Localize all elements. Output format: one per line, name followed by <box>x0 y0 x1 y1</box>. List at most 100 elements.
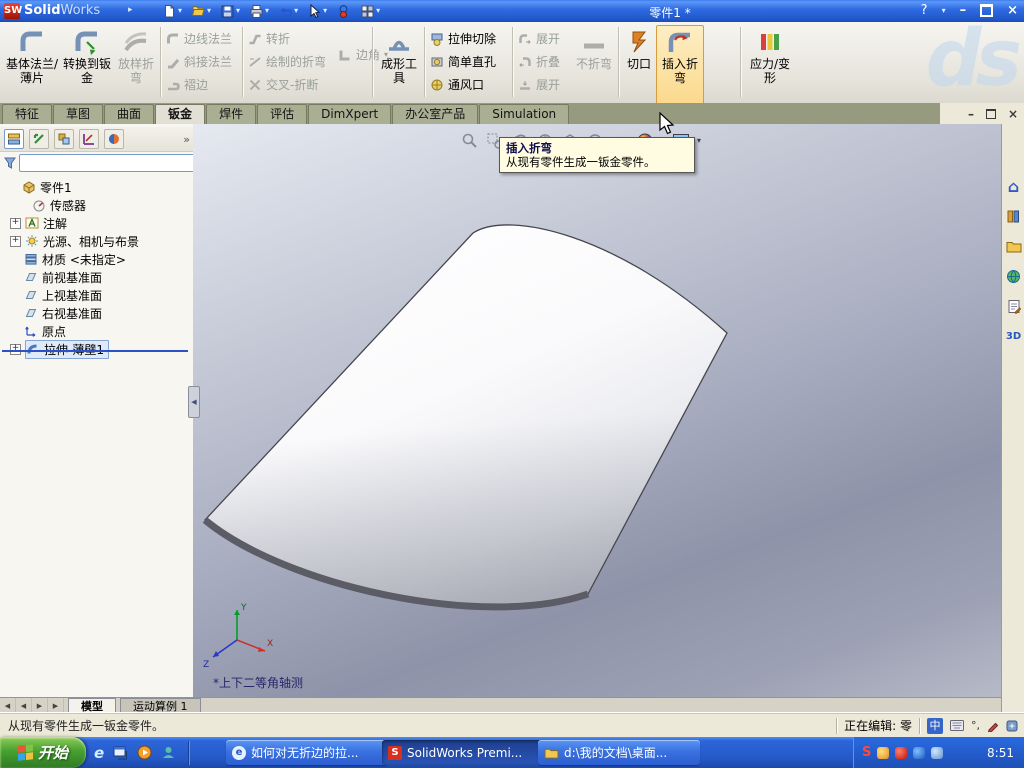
dropdown-icon[interactable]: ▾ <box>323 7 327 15</box>
dropdown-icon[interactable]: ▾ <box>265 7 269 15</box>
rollback-bar[interactable] <box>2 350 188 352</box>
motion-study-tab[interactable]: 运动算例 1 <box>120 698 201 713</box>
taskbar-window-solidworks[interactable]: S SolidWorks Premi... <box>382 740 544 765</box>
selection-filter-button[interactable] <box>336 4 351 19</box>
tab-features[interactable]: 特征 <box>2 104 53 124</box>
taskbar-window-browser[interactable]: e 如何对无折边的拉... <box>226 740 388 765</box>
expand-icon[interactable]: + <box>10 235 21 247</box>
prev-tab-button[interactable]: ◀ <box>16 698 32 713</box>
tree-filter-input[interactable] <box>19 154 196 172</box>
vent-button[interactable]: 通风口 <box>428 74 510 95</box>
menu-expand-icon[interactable]: ▸ <box>128 5 133 15</box>
tab-surfaces[interactable]: 曲面 <box>104 104 155 124</box>
last-tab-button[interactable]: ▶ <box>48 698 64 713</box>
document-window-controls: – × <box>940 103 1024 124</box>
show-desktop-icon[interactable] <box>113 746 128 760</box>
ime-pen-icon[interactable] <box>987 720 999 732</box>
tree-item[interactable]: 前视基准面 <box>0 268 192 286</box>
tab-dimxpert[interactable]: DimXpert <box>308 104 392 124</box>
model-canvas[interactable]: Y X Z <box>193 124 1001 697</box>
file-explorer-icon[interactable] <box>1005 238 1022 255</box>
media-player-icon[interactable] <box>137 745 152 760</box>
tree-item[interactable]: 材质 <未指定> <box>0 250 192 268</box>
messenger-tray-icon[interactable] <box>877 746 890 759</box>
custom-properties-icon[interactable] <box>1005 298 1022 315</box>
solidworks-tray-icon[interactable]: S <box>862 745 871 760</box>
tab-weldments[interactable]: 焊件 <box>206 104 257 124</box>
tree-item[interactable]: 上视基准面 <box>0 286 192 304</box>
new-document-button[interactable]: ▾ <box>162 4 182 19</box>
panel-collapse-handle[interactable]: ◀ <box>188 386 200 418</box>
security-alert-icon[interactable] <box>895 746 908 759</box>
ime-settings-icon[interactable] <box>1006 720 1018 732</box>
app-name-light: Works <box>60 3 101 18</box>
dropdown-icon[interactable]: ▾ <box>697 137 701 145</box>
extruded-cut-button[interactable]: 拉伸切除 <box>428 28 510 49</box>
expand-icon[interactable]: + <box>10 217 21 229</box>
select-tool-button[interactable]: ▾ <box>307 3 327 19</box>
expand-icon[interactable]: + <box>10 343 21 355</box>
tree-item-selected[interactable]: + 拉伸-薄壁1 <box>0 339 192 359</box>
tree-item[interactable]: + 注解 <box>0 214 192 232</box>
tab-office-products[interactable]: 办公室产品 <box>392 104 479 124</box>
dropdown-icon[interactable]: ▾ <box>236 7 240 15</box>
featuremanager-tab[interactable] <box>4 129 24 149</box>
solidworks-resources-icon[interactable] <box>1005 268 1022 285</box>
tab-sheet-metal[interactable]: 钣金 <box>155 104 206 124</box>
clock[interactable]: 8:51 <box>987 746 1024 760</box>
save-button[interactable]: ▾ <box>220 4 240 19</box>
convert-to-sheet-metal-button[interactable]: 转换到钣金 <box>62 25 112 104</box>
model-tab[interactable]: 模型 <box>68 698 116 713</box>
3d-content-icon[interactable]: 3D <box>1005 328 1022 345</box>
base-flange-button[interactable]: 基体法兰/薄片 <box>4 25 60 104</box>
zoom-fit-icon[interactable] <box>461 132 479 150</box>
dropdown-icon[interactable]: ▾ <box>376 7 380 15</box>
dimxpertmanager-tab[interactable] <box>79 129 99 149</box>
network-tray-icon[interactable] <box>913 746 926 759</box>
feature-manager-panel: » 零件1 传感器 + 注解 + 光源、相机与布景 材质 <未指定> 前视基准面… <box>0 124 196 697</box>
forming-tool-button[interactable]: 成形工具 <box>376 25 422 104</box>
messenger-icon[interactable] <box>161 745 176 760</box>
tab-sketch[interactable]: 草图 <box>53 104 104 124</box>
ime-punctuation[interactable]: °, <box>971 719 980 732</box>
tree-item[interactable]: 右视基准面 <box>0 304 192 322</box>
doc-minimize-button[interactable]: – <box>968 107 974 121</box>
configurationmanager-tab[interactable] <box>54 129 74 149</box>
simple-hole-button[interactable]: 简单直孔 <box>428 51 510 72</box>
open-button[interactable]: ▾ <box>191 4 211 19</box>
volume-tray-icon[interactable] <box>931 746 944 759</box>
stress-deform-button[interactable]: 应力/变形 <box>744 25 796 104</box>
keyboard-icon[interactable] <box>950 720 964 731</box>
home-icon[interactable]: ⌂ <box>1005 177 1022 196</box>
doc-restore-button[interactable] <box>985 108 996 119</box>
start-button[interactable]: 开始 <box>0 737 86 768</box>
tree-item[interactable]: 原点 <box>0 322 192 340</box>
curved-sheet-model[interactable] <box>202 224 728 611</box>
undo-button[interactable]: ▾ <box>278 4 298 19</box>
graphics-viewport[interactable]: Y X Z ▾ ▾ 插入折弯 从现有零件生成一钣金零件。 *上下二等角轴测 <box>193 124 1001 697</box>
tree-root[interactable]: 零件1 <box>0 178 192 196</box>
tab-simulation[interactable]: Simulation <box>479 104 570 124</box>
button-label: 展开 <box>536 32 561 46</box>
tree-item[interactable]: + 光源、相机与布景 <box>0 232 192 250</box>
propertymanager-tab[interactable] <box>29 129 49 149</box>
view-orientation-label: *上下二等角轴测 <box>213 676 304 690</box>
tab-evaluate[interactable]: 评估 <box>257 104 308 124</box>
rip-button[interactable]: 切口 <box>621 25 657 104</box>
design-library-icon[interactable] <box>1005 208 1022 225</box>
dropdown-icon[interactable]: ▾ <box>294 7 298 15</box>
tree-item[interactable]: 传感器 <box>0 196 192 214</box>
doc-close-button[interactable]: × <box>1008 107 1018 121</box>
options-button[interactable]: ▾ <box>360 4 380 19</box>
panel-overflow-icon[interactable]: » <box>183 133 190 146</box>
next-tab-button[interactable]: ▶ <box>32 698 48 713</box>
insert-bends-button[interactable]: 插入折弯 <box>656 25 704 105</box>
dropdown-icon[interactable]: ▾ <box>207 7 211 15</box>
internet-explorer-icon[interactable]: e <box>94 744 104 762</box>
ime-indicator[interactable]: 中 <box>927 717 943 734</box>
taskbar-window-explorer[interactable]: d:\我的文档\桌面... <box>538 740 700 765</box>
dropdown-icon[interactable]: ▾ <box>178 7 182 15</box>
first-tab-button[interactable]: ◀ <box>0 698 16 713</box>
print-button[interactable]: ▾ <box>249 4 269 19</box>
displaymanager-tab[interactable] <box>104 129 124 149</box>
